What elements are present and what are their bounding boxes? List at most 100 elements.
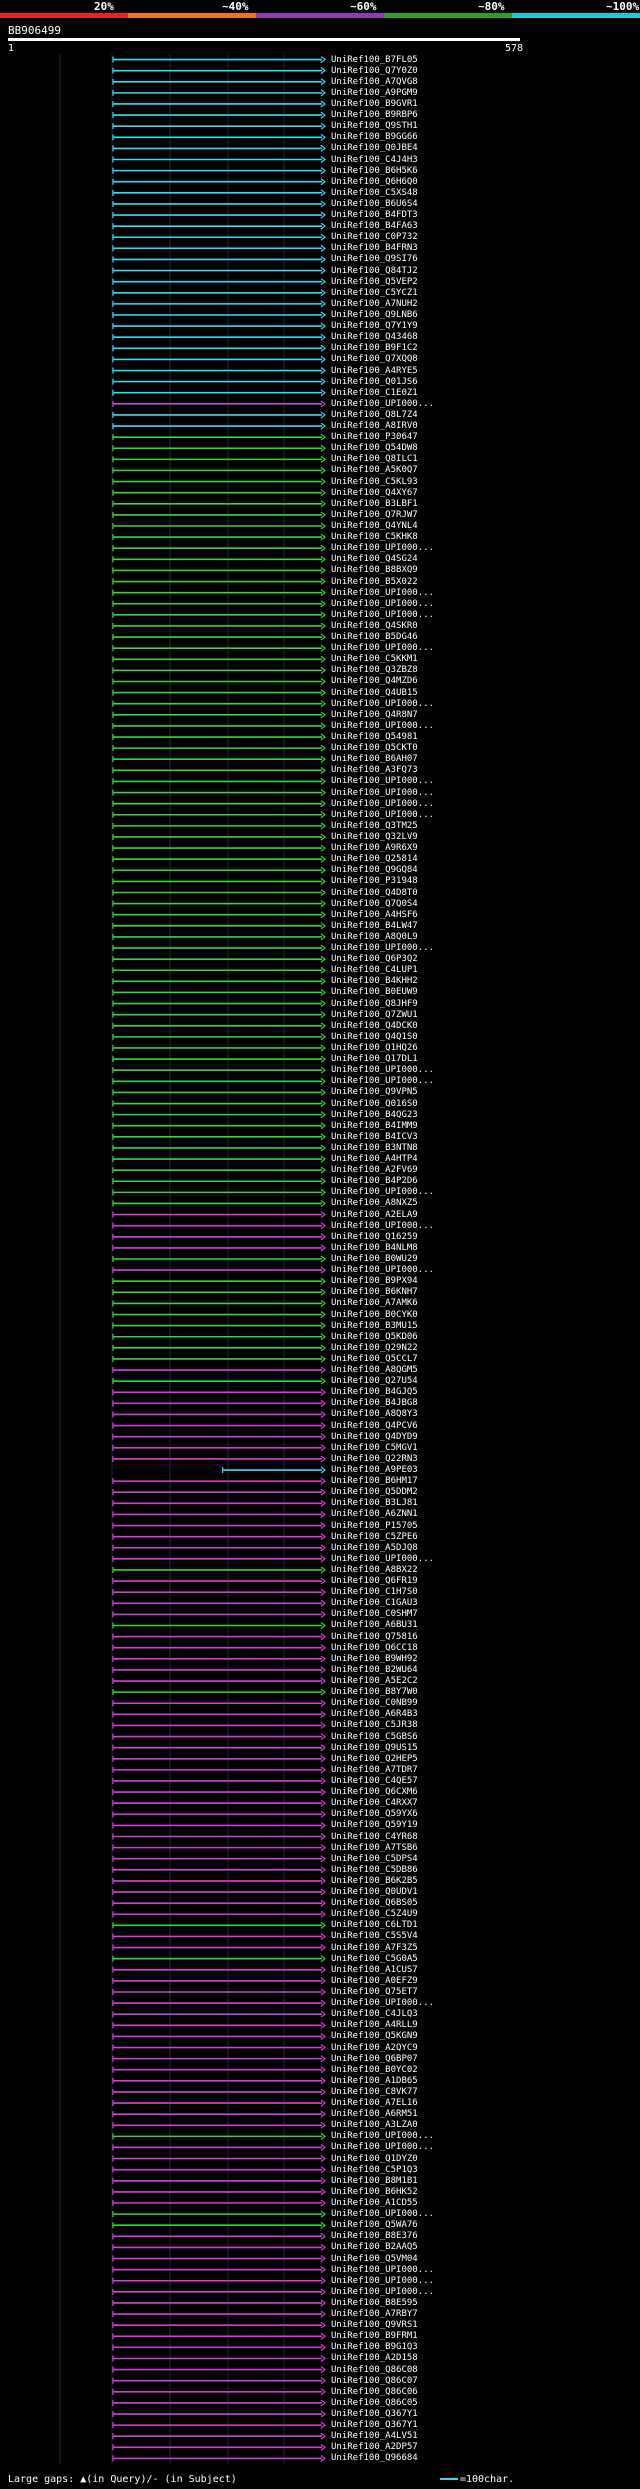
hit-label[interactable]: UniRef100_UPI000... xyxy=(331,643,434,653)
hit-label[interactable]: UniRef100_B6H5K6 xyxy=(331,166,418,176)
hit-label[interactable]: UniRef100_C0P732 xyxy=(331,232,418,242)
hit-label[interactable]: UniRef100_UPI000... xyxy=(331,588,434,598)
hit-label[interactable]: UniRef100_Q43468 xyxy=(331,332,418,342)
hit-label[interactable]: UniRef100_Q1HQ26 xyxy=(331,1043,418,1053)
hit-label[interactable]: UniRef100_C1GAU3 xyxy=(331,1598,418,1608)
hit-label[interactable]: UniRef100_Q8JHF9 xyxy=(331,999,418,1009)
hit-label[interactable]: UniRef100_Q5CKT0 xyxy=(331,743,418,753)
hit-label[interactable]: UniRef100_UPI000... xyxy=(331,543,434,553)
hit-label[interactable]: UniRef100_Q4MZD6 xyxy=(331,676,418,686)
hit-label[interactable]: UniRef100_UPI000... xyxy=(331,2276,434,2286)
hit-label[interactable]: UniRef100_C1E0Z1 xyxy=(331,388,418,398)
hit-label[interactable]: UniRef100_Q6P3Q2 xyxy=(331,954,418,964)
hit-label[interactable]: UniRef100_B5DG46 xyxy=(331,632,418,642)
hit-label[interactable]: UniRef100_Q5WA76 xyxy=(331,2220,418,2230)
hit-label[interactable]: UniRef100_A2DP57 xyxy=(331,2442,418,2452)
hit-label[interactable]: UniRef100_C6LTD1 xyxy=(331,1920,418,1930)
hit-label[interactable]: UniRef100_Q4SG24 xyxy=(331,554,418,564)
hit-label[interactable]: UniRef100_C1H7S0 xyxy=(331,1587,418,1597)
hit-label[interactable]: UniRef100_B4QG23 xyxy=(331,1110,418,1120)
hit-label[interactable]: UniRef100_Q29N22 xyxy=(331,1343,418,1353)
hit-label[interactable]: UniRef100_B9GVR1 xyxy=(331,99,418,109)
hit-label[interactable]: UniRef100_UPI000... xyxy=(331,2142,434,2152)
hit-label[interactable]: UniRef100_Q27U54 xyxy=(331,1376,418,1386)
hit-label[interactable]: UniRef100_Q86C06 xyxy=(331,2387,418,2397)
hit-label[interactable]: UniRef100_Q4DYD9 xyxy=(331,1432,418,1442)
hit-label[interactable]: UniRef100_C5KKM1 xyxy=(331,654,418,664)
hit-label[interactable]: UniRef100_Q367Y1 xyxy=(331,2420,418,2430)
hit-label[interactable]: UniRef100_Q54981 xyxy=(331,732,418,742)
hit-label[interactable]: UniRef100_B6HM17 xyxy=(331,1476,418,1486)
hit-label[interactable]: UniRef100_A2ELA9 xyxy=(331,1210,418,1220)
hit-label[interactable]: UniRef100_A9R6X9 xyxy=(331,843,418,853)
hit-label[interactable]: UniRef100_UPI000... xyxy=(331,788,434,798)
hit-label[interactable]: UniRef100_C5G0A5 xyxy=(331,1954,418,1964)
hit-label[interactable]: UniRef100_UPI000... xyxy=(331,1065,434,1075)
hit-label[interactable]: UniRef100_Q4PCV6 xyxy=(331,1421,418,1431)
hit-label[interactable]: UniRef100_B5X022 xyxy=(331,577,418,587)
hit-label[interactable]: UniRef100_A7TSB6 xyxy=(331,1843,418,1853)
hit-label[interactable]: UniRef100_C4RXX7 xyxy=(331,1798,418,1808)
hit-label[interactable]: UniRef100_C5MGV1 xyxy=(331,1443,418,1453)
hit-label[interactable]: UniRef100_B2AAQ5 xyxy=(331,2242,418,2252)
hit-label[interactable]: UniRef100_C5DPS4 xyxy=(331,1854,418,1864)
hit-label[interactable]: UniRef100_A8Q0L9 xyxy=(331,932,418,942)
hit-label[interactable]: UniRef100_A9PE03 xyxy=(331,1465,418,1475)
hit-label[interactable]: UniRef100_Q22RN3 xyxy=(331,1454,418,1464)
hit-label[interactable]: UniRef100_Q59Y19 xyxy=(331,1820,418,1830)
hit-label[interactable]: UniRef100_B0YC02 xyxy=(331,2065,418,2075)
hit-label[interactable]: UniRef100_UPI000... xyxy=(331,599,434,609)
hit-label[interactable]: UniRef100_Q32LV9 xyxy=(331,832,418,842)
hit-label[interactable]: UniRef100_A1CUS7 xyxy=(331,1965,418,1975)
hit-label[interactable]: UniRef100_UPI000... xyxy=(331,1265,434,1275)
hit-label[interactable]: UniRef100_UPI000... xyxy=(331,1554,434,1564)
hit-label[interactable]: UniRef100_Q8ILC1 xyxy=(331,454,418,464)
hit-label[interactable]: UniRef100_UPI000... xyxy=(331,699,434,709)
hit-label[interactable]: UniRef100_Q9US15 xyxy=(331,1743,418,1753)
hit-label[interactable]: UniRef100_A7AMK6 xyxy=(331,1298,418,1308)
hit-label[interactable]: UniRef100_A9PGM9 xyxy=(331,88,418,98)
hit-label[interactable]: UniRef100_Q25814 xyxy=(331,854,418,864)
hit-label[interactable]: UniRef100_B2WU64 xyxy=(331,1665,418,1675)
hit-label[interactable]: UniRef100_Q9VRS1 xyxy=(331,2320,418,2330)
hit-label[interactable]: UniRef100_A8QGM5 xyxy=(331,1365,418,1375)
hit-label[interactable]: UniRef100_B3LJ81 xyxy=(331,1498,418,1508)
hit-label[interactable]: UniRef100_Q7ZWU1 xyxy=(331,1010,418,1020)
hit-label[interactable]: UniRef100_Q6BS05 xyxy=(331,1898,418,1908)
hit-label[interactable]: UniRef100_UPI000... xyxy=(331,2209,434,2219)
hit-label[interactable]: UniRef100_Q8L7Z4 xyxy=(331,410,418,420)
hit-label[interactable]: UniRef100_B8E376 xyxy=(331,2231,418,2241)
hit-label[interactable]: UniRef100_P31948 xyxy=(331,876,418,886)
hit-label[interactable]: UniRef100_Q7RJW7 xyxy=(331,510,418,520)
hit-label[interactable]: UniRef100_B9PX94 xyxy=(331,1276,418,1286)
hit-label[interactable]: UniRef100_Q6H6Q0 xyxy=(331,177,418,187)
hit-label[interactable]: UniRef100_Q16259 xyxy=(331,1232,418,1242)
hit-label[interactable]: UniRef100_C4YR68 xyxy=(331,1832,418,1842)
hit-label[interactable]: UniRef100_UPI000... xyxy=(331,721,434,731)
hit-label[interactable]: UniRef100_C5JR38 xyxy=(331,1720,418,1730)
hit-label[interactable]: UniRef100_B6U6S4 xyxy=(331,199,418,209)
hit-label[interactable]: UniRef100_C5XS48 xyxy=(331,188,418,198)
hit-label[interactable]: UniRef100_UPI000... xyxy=(331,810,434,820)
hit-label[interactable]: UniRef100_B6KNH7 xyxy=(331,1287,418,1297)
hit-label[interactable]: UniRef100_C5KL93 xyxy=(331,477,418,487)
hit-label[interactable]: UniRef100_Q2HEP5 xyxy=(331,1754,418,1764)
hit-label[interactable]: UniRef100_B4FRN3 xyxy=(331,243,418,253)
hit-label[interactable]: UniRef100_B4KHH2 xyxy=(331,976,418,986)
hit-label[interactable]: UniRef100_Q4Q1S0 xyxy=(331,1032,418,1042)
hit-label[interactable]: UniRef100_B9FRM1 xyxy=(331,2331,418,2341)
hit-label[interactable]: UniRef100_Q75ET7 xyxy=(331,1987,418,1997)
hit-label[interactable]: UniRef100_B9RBP6 xyxy=(331,110,418,120)
hit-label[interactable]: UniRef100_A1DB65 xyxy=(331,2076,418,2086)
hit-label[interactable]: UniRef100_A2D158 xyxy=(331,2353,418,2363)
hit-label[interactable]: UniRef100_B9G1Q3 xyxy=(331,2342,418,2352)
hit-label[interactable]: UniRef100_Q96684 xyxy=(331,2453,418,2463)
hit-label[interactable]: UniRef100_C0NB99 xyxy=(331,1698,418,1708)
hit-label[interactable]: UniRef100_B4FA63 xyxy=(331,221,418,231)
hit-label[interactable]: UniRef100_B4FDT3 xyxy=(331,210,418,220)
hit-label[interactable]: UniRef100_Q7XQQ8 xyxy=(331,354,418,364)
hit-label[interactable]: UniRef100_A6RM51 xyxy=(331,2109,418,2119)
hit-label[interactable]: UniRef100_B9WH92 xyxy=(331,1654,418,1664)
hit-label[interactable]: UniRef100_Q59YX6 xyxy=(331,1809,418,1819)
hit-label[interactable]: UniRef100_Q9GQ84 xyxy=(331,865,418,875)
